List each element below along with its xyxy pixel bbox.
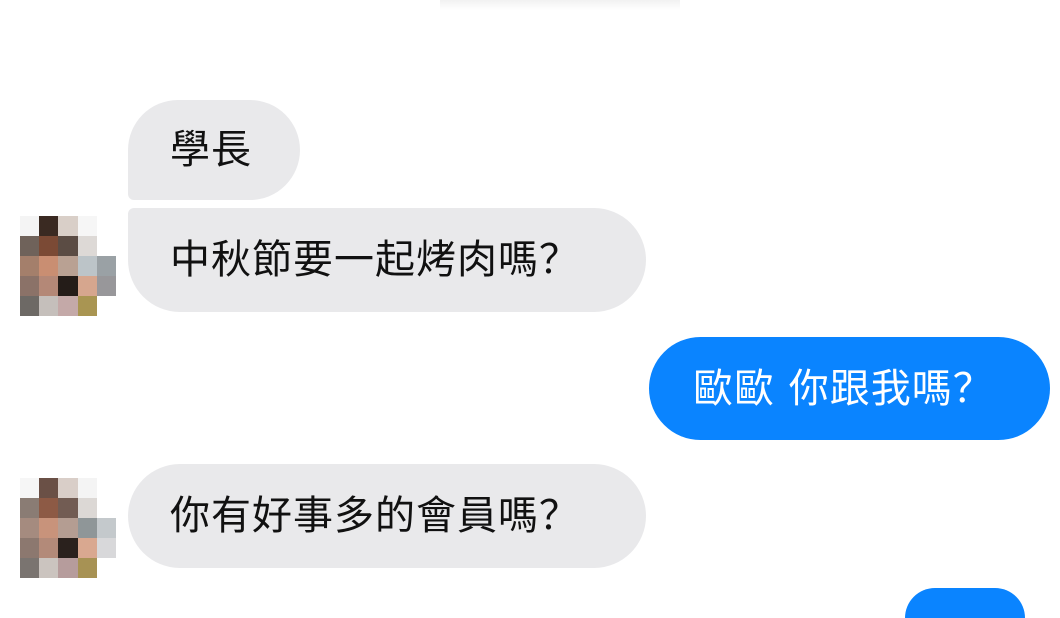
avatar[interactable] — [20, 478, 116, 578]
header-fade — [440, 0, 680, 10]
message-text: 學長 — [170, 127, 252, 173]
message-text: 中秋節要一起烤肉嗎？ — [170, 237, 580, 283]
avatar[interactable] — [20, 216, 116, 316]
message-text: 你有好事多的會員嗎？ — [170, 493, 580, 539]
chat-thread: 學長 中秋節要一起烤肉嗎？ 歐歐 你跟我嗎？ 你有好事多的會員嗎？ — [0, 0, 1060, 618]
message-bubble-incoming[interactable]: 學長 — [128, 100, 300, 200]
message-text: 歐歐 你跟我嗎？ — [693, 366, 994, 412]
message-bubble-outgoing-partial — [905, 588, 1025, 618]
message-bubble-incoming[interactable]: 你有好事多的會員嗎？ — [128, 464, 646, 568]
message-bubble-outgoing[interactable]: 歐歐 你跟我嗎？ — [649, 337, 1050, 440]
message-bubble-incoming[interactable]: 中秋節要一起烤肉嗎？ — [128, 208, 646, 312]
